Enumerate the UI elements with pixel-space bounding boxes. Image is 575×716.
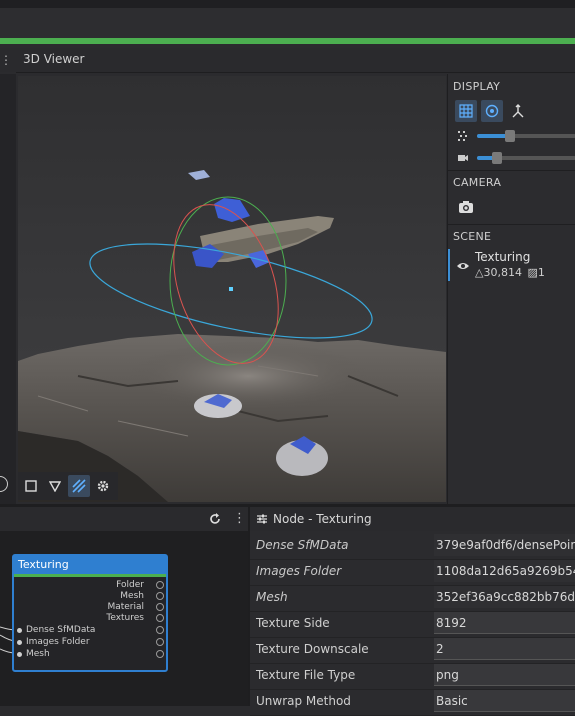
slider-handle[interactable]	[491, 152, 502, 164]
output-port[interactable]	[156, 581, 164, 589]
attribute-row: Texture Side 8192	[250, 611, 575, 638]
attribute-row: Images Folder 1108da12d65a9269b547	[250, 559, 575, 586]
attribute-row: Mesh 352ef36a9cc882bb76daa	[250, 585, 575, 612]
attribute-value-field[interactable]: 352ef36a9cc882bb76daa	[434, 586, 575, 608]
attribute-value-field[interactable]: 2	[434, 638, 575, 660]
window-top-strip	[0, 0, 575, 8]
scene-section-title: SCENE	[453, 230, 492, 243]
display-section-title: DISPLAY	[453, 80, 501, 93]
progress-fill	[0, 38, 575, 44]
divider	[448, 170, 575, 171]
triangle-icon[interactable]	[44, 475, 66, 497]
slider-handle[interactable]	[504, 130, 515, 142]
selection-indicator	[448, 249, 450, 281]
progress-bar	[0, 38, 575, 44]
attribute-label: Mesh	[256, 590, 288, 604]
output-mesh: Mesh	[120, 591, 144, 601]
3d-viewport[interactable]	[18, 76, 446, 502]
port[interactable]	[156, 638, 164, 646]
attribute-label: Texture Downscale	[256, 642, 369, 656]
output-port[interactable]	[156, 592, 164, 600]
more-options-icon[interactable]: ⋮	[233, 511, 246, 526]
output-textures: Textures	[106, 613, 144, 623]
attribute-row: Unwrap Method Basic	[250, 689, 575, 716]
node-texturing[interactable]: Texturing Folder Mesh Material Textures …	[12, 554, 168, 672]
left-panel	[0, 74, 16, 504]
point-size-slider[interactable]	[477, 134, 575, 138]
node-status-bar	[14, 574, 166, 577]
triangle-count: 30,814	[483, 266, 522, 279]
attribute-label: Texture File Type	[256, 668, 356, 682]
texture-count: 1	[537, 266, 545, 279]
node-editor-header: Node - Texturing	[250, 507, 575, 531]
attribute-value-field[interactable]: Basic	[434, 690, 575, 712]
node-title: Texturing	[14, 556, 166, 574]
viewport-toolbar	[18, 472, 118, 500]
attribute-row: Dense SfMData 379e9af0df6/densePoint	[250, 533, 575, 560]
output-port[interactable]	[156, 603, 164, 611]
input-mesh: Mesh	[26, 649, 50, 659]
node-editor-title: Node - Texturing	[273, 512, 372, 526]
attribute-row: Texture File Type png	[250, 663, 575, 690]
scene-item-stats: △30,814 ▨1	[475, 266, 545, 279]
divider	[448, 224, 575, 225]
attribute-label: Images Folder	[256, 564, 342, 578]
port[interactable]	[156, 650, 164, 658]
snapshot-camera-icon[interactable]	[455, 196, 477, 218]
attribute-row: Texture Downscale 2	[250, 637, 575, 664]
camera-section-title: CAMERA	[453, 176, 502, 189]
attribute-value-field[interactable]: 379e9af0df6/densePoint	[434, 534, 575, 556]
menu-bar	[0, 8, 575, 38]
grid-icon[interactable]	[455, 100, 477, 122]
axis-icon[interactable]	[507, 100, 529, 122]
attribute-value-field[interactable]: png	[434, 664, 575, 686]
texture-count-icon: ▨	[527, 266, 538, 279]
viewer-header	[16, 48, 575, 73]
points-icon	[457, 130, 469, 142]
eye-icon[interactable]	[456, 260, 470, 270]
input-images-folder: Images Folder	[26, 637, 90, 647]
camera-icon	[457, 152, 469, 164]
scene-item-name: Texturing	[475, 250, 531, 264]
gear-icon[interactable]	[92, 475, 114, 497]
attribute-label: Texture Side	[256, 616, 330, 630]
attribute-value-field[interactable]: 8192	[434, 612, 575, 634]
scene-render	[18, 76, 446, 502]
port[interactable]	[156, 626, 164, 634]
square-icon[interactable]	[20, 475, 42, 497]
output-port[interactable]	[156, 614, 164, 622]
output-folder: Folder	[116, 580, 144, 590]
graph-editor-header: ⋮	[0, 507, 248, 531]
input-port[interactable]	[17, 640, 22, 645]
input-dense-sfmdata: Dense SfMData	[26, 625, 96, 635]
sliders-icon	[256, 513, 268, 525]
attribute-label: Dense SfMData	[256, 538, 349, 552]
viewer-title: 3D Viewer	[23, 52, 85, 66]
hatch-icon[interactable]	[68, 475, 90, 497]
target-icon[interactable]	[481, 100, 503, 122]
scene-item-texturing[interactable]: Texturing △30,814 ▨1	[448, 249, 575, 281]
refresh-icon[interactable]	[208, 512, 222, 526]
output-material: Material	[107, 602, 144, 612]
attribute-value-field[interactable]: 1108da12d65a9269b547	[434, 560, 575, 582]
more-options-icon[interactable]: ⋮	[0, 52, 12, 68]
input-port[interactable]	[17, 652, 22, 657]
input-port[interactable]	[17, 628, 22, 633]
display-panel: DISPLAY CAMERA SCENE Texturing △30,814 ▨…	[447, 74, 575, 504]
